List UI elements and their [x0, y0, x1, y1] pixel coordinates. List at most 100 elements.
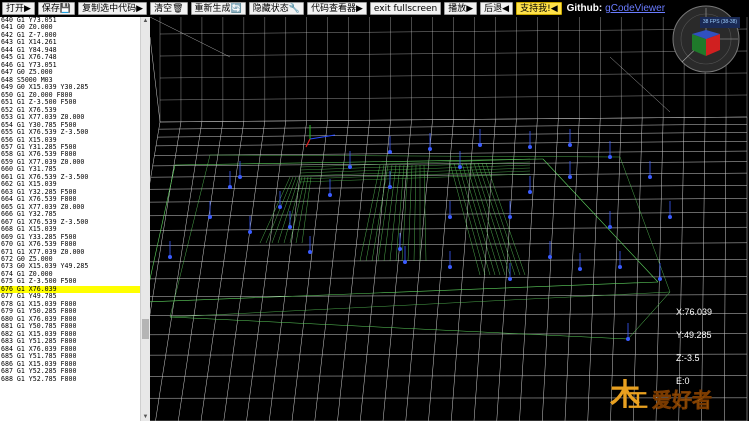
- gcode-line-current[interactable]: 676 G1 X76.039: [0, 285, 140, 294]
- gcode-line[interactable]: 674 G1 Z0.000: [0, 271, 140, 278]
- toolbar-button-3[interactable]: 清空🗑: [150, 2, 188, 15]
- toolpath-line: [449, 162, 481, 276]
- gcode-line[interactable]: 682 G1 X15.039 F800: [0, 331, 140, 338]
- gcode-line[interactable]: 672 G0 Z5.000: [0, 256, 140, 263]
- toolpath-scene: [150, 17, 748, 421]
- gcode-line[interactable]: 687 G1 Y52.285 F800: [0, 368, 140, 375]
- gcode-line[interactable]: 681 G1 Y50.785 F800: [0, 323, 140, 330]
- toolpath-outline: [169, 154, 211, 318]
- gcode-line[interactable]: 651 G1 Z-3.500 F500: [0, 99, 140, 106]
- gcode-line[interactable]: 678 G1 X15.039 F800: [0, 301, 140, 308]
- toolbar-button-5[interactable]: 隐藏状态🔧: [248, 2, 304, 15]
- gcode-line[interactable]: 664 G1 X76.539 F800: [0, 196, 140, 203]
- gcode-line[interactable]: 669 G1 Y33.285 F500: [0, 234, 140, 241]
- gcode-line[interactable]: 668 G1 X15.039: [0, 226, 140, 233]
- gcode-line[interactable]: 670 G1 X76.539 F800: [0, 241, 140, 248]
- 3d-viewport[interactable]: [150, 17, 749, 421]
- gcode-line[interactable]: 640 G1 Y73.051: [0, 17, 140, 24]
- site-logo: 木 工 爱好者: [609, 378, 712, 413]
- gcode-line[interactable]: 684 G1 X76.039 F800: [0, 346, 140, 353]
- toolbar-button-4[interactable]: 重新生成🔄: [190, 2, 246, 15]
- plunge-point: [658, 277, 662, 281]
- toolpath-line: [453, 162, 486, 276]
- grid-line: [150, 36, 161, 123]
- gcode-line[interactable]: 653 G1 X77.039 Z0.000: [0, 114, 140, 121]
- gcode-line[interactable]: 688 G1 Y52.785 F800: [0, 376, 140, 383]
- toolpath-line: [465, 162, 501, 276]
- toolpath-line: [389, 164, 401, 262]
- gcode-line[interactable]: 660 G1 Y31.785: [0, 166, 140, 173]
- gcode-line[interactable]: 666 G1 Y32.785: [0, 211, 140, 218]
- gcode-line[interactable]: 671 G1 X77.039 Z0.000: [0, 249, 140, 256]
- plunge-point: [348, 165, 352, 169]
- toolpath-line: [295, 176, 309, 244]
- gcode-scrollbar[interactable]: ▲ ▼: [140, 17, 150, 421]
- gcode-line[interactable]: 659 G1 X77.039 Z0.000: [0, 159, 140, 166]
- toolbar-button-0[interactable]: 打开▶: [2, 2, 35, 15]
- gcode-line[interactable]: 646 G1 Y73.051: [0, 62, 140, 69]
- gcode-lines: 640 G1 Y73.051 641 G0 Z0.000 642 G1 Z-7.00…: [0, 17, 140, 383]
- gcode-panel[interactable]: 640 G1 Y73.051 641 G0 Z0.000 642 G1 Z-7.00…: [0, 17, 150, 421]
- toolbar-button-6[interactable]: 代码查看器▶: [306, 2, 367, 15]
- plunge-point: [398, 247, 402, 251]
- toolbar-button-1[interactable]: 保存💾: [37, 2, 76, 15]
- plunge-point: [288, 225, 292, 229]
- grid-line: [150, 313, 748, 316]
- gcode-line[interactable]: 679 G1 Y50.285 F800: [0, 308, 140, 315]
- toolbar-button-9[interactable]: 后退◀: [480, 2, 514, 15]
- gcode-line[interactable]: 665 G1 X77.039 Z0.000: [0, 204, 140, 211]
- gcode-line[interactable]: 644 G1 Y84.948: [0, 47, 140, 54]
- scroll-thumb[interactable]: [142, 319, 149, 339]
- gcode-line[interactable]: 673 G0 X15.039 Y49.285: [0, 263, 140, 270]
- gcode-line[interactable]: 641 G0 Z0.000: [0, 24, 140, 31]
- gcode-line[interactable]: 642 G1 Z-7.000: [0, 32, 140, 39]
- gcode-line[interactable]: 685 G1 Y51.785 F800: [0, 353, 140, 360]
- plunge-point: [388, 150, 392, 154]
- gcode-line[interactable]: 680 G1 X76.039 F800: [0, 316, 140, 323]
- grid-line: [150, 17, 231, 58]
- logo-text: 爱好者: [652, 388, 712, 412]
- plunge-point: [208, 215, 212, 219]
- gcode-line[interactable]: 686 G1 X15.039 F800: [0, 361, 140, 368]
- plunge-point: [458, 165, 462, 169]
- readout-y: Y:49.285: [676, 330, 712, 340]
- github-link[interactable]: gCodeViewer: [605, 3, 665, 14]
- grid-line: [150, 198, 748, 203]
- plunge-point: [388, 185, 392, 189]
- gcode-line[interactable]: 683 G1 Y51.285 F800: [0, 338, 140, 345]
- plunge-point: [608, 155, 612, 159]
- gcode-line[interactable]: 645 G1 X76.748: [0, 54, 140, 61]
- plunge-point: [238, 175, 242, 179]
- gcode-line[interactable]: 650 G1 Z0.000 F800: [0, 92, 140, 99]
- toolbar-button-7[interactable]: exit fullscreen: [369, 2, 442, 15]
- gcode-line[interactable]: 662 G1 X15.039: [0, 181, 140, 188]
- gcode-line[interactable]: 656 G1 X15.039: [0, 137, 140, 144]
- gcode-line[interactable]: 654 G1 Y30.785 F500: [0, 122, 140, 129]
- gcode-line[interactable]: 657 G1 Y31.285 F500: [0, 144, 140, 151]
- gcode-line[interactable]: 643 G1 X14.261: [0, 39, 140, 46]
- toolbar-button-8[interactable]: 播放▶: [444, 2, 478, 15]
- gcode-line[interactable]: 652 G1 X76.539: [0, 107, 140, 114]
- plunge-point: [448, 265, 452, 269]
- gcode-line[interactable]: 675 G1 Z-3.500 F500: [0, 278, 140, 285]
- toolpath-line: [627, 291, 671, 340]
- scroll-up-arrow-icon[interactable]: ▲: [141, 17, 150, 25]
- gcode-line[interactable]: 648 S5000 M03: [0, 77, 140, 84]
- gcode-line[interactable]: 649 G0 X15.039 Y30.285: [0, 84, 140, 91]
- readout-x: X:76.039: [676, 307, 713, 317]
- plunge-point: [668, 215, 672, 219]
- toolpath-line: [259, 176, 291, 244]
- gcode-line[interactable]: 658 G1 X76.539 F800: [0, 151, 140, 158]
- gcode-line[interactable]: 667 G1 X76.539 Z-3.500: [0, 219, 140, 226]
- toolbar-button-2[interactable]: 复制选中代码▶: [78, 2, 148, 15]
- gcode-line[interactable]: 647 G0 Z5.000: [0, 69, 140, 76]
- gcode-line[interactable]: 663 G1 Y32.285 F500: [0, 189, 140, 196]
- toolbar-button-10[interactable]: 支持我!◀: [516, 2, 562, 15]
- grid-line: [150, 333, 748, 336]
- scroll-down-arrow-icon[interactable]: ▼: [141, 413, 150, 421]
- gcode-line[interactable]: 655 G1 X76.539 Z-3.500: [0, 129, 140, 136]
- gcode-line[interactable]: 677 G1 Y49.785: [0, 293, 140, 300]
- gcode-line[interactable]: 661 G1 X76.539 Z-3.500: [0, 174, 140, 181]
- orientation-gizmo-icon[interactable]: [668, 4, 748, 74]
- plunge-point: [626, 337, 630, 341]
